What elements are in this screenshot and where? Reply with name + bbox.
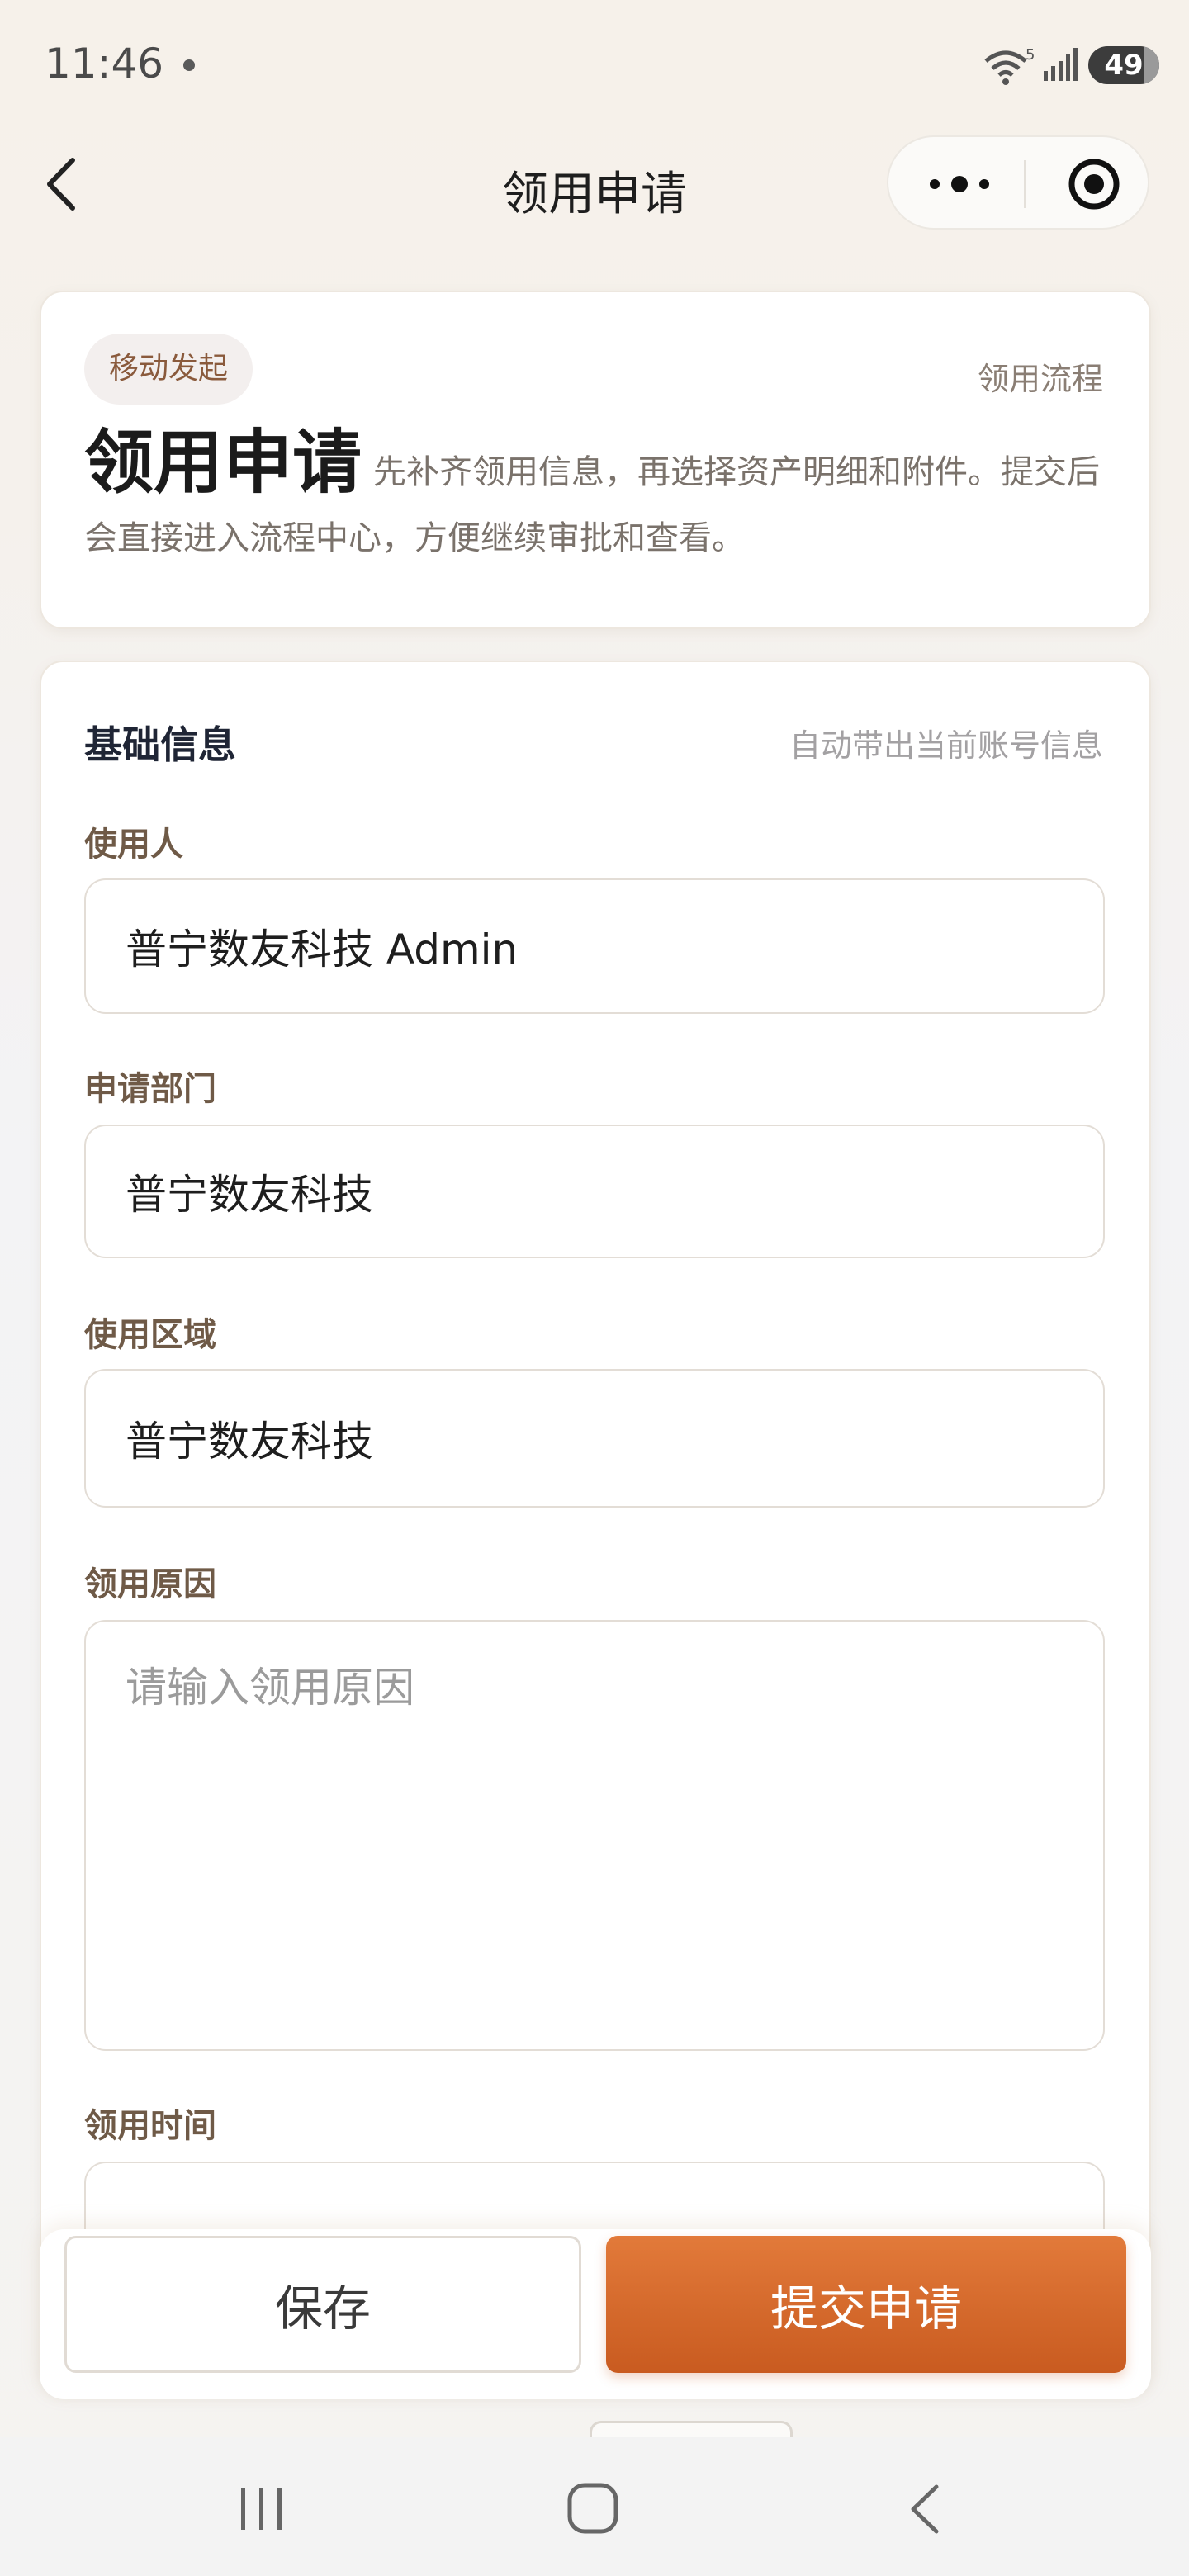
recent-apps-icon[interactable] <box>239 2485 284 2533</box>
system-back-icon[interactable] <box>908 2484 941 2535</box>
user-label: 使用人 <box>84 826 183 864</box>
home-icon[interactable] <box>566 2482 619 2535</box>
area-field[interactable]: 普宁数友科技 <box>84 1369 1105 1508</box>
area-value: 普宁数友科技 <box>126 1418 373 1466</box>
reason-label: 领用原因 <box>84 1565 216 1603</box>
intro-title: 领用申请 <box>84 422 362 503</box>
user-field[interactable]: 普宁数友科技 Admin <box>84 878 1105 1014</box>
save-button[interactable]: 保存 <box>64 2236 581 2373</box>
section-hint: 自动带出当前账号信息 <box>789 727 1103 764</box>
target-icon[interactable] <box>1067 157 1121 211</box>
intro-text: 领用申请 先补齐领用信息，再选择资产明细和附件。提交后会直接进入流程中心，方便继续… <box>84 428 1108 571</box>
user-value: 普宁数友科技 Admin <box>126 926 519 973</box>
notification-dot <box>183 59 195 71</box>
flow-link[interactable]: 领用流程 <box>978 353 1103 399</box>
dept-value: 普宁数友科技 <box>126 1171 373 1219</box>
time-label: 领用时间 <box>84 2107 216 2145</box>
submit-button[interactable]: 提交申请 <box>606 2236 1126 2373</box>
battery-level: 49 <box>1104 49 1144 82</box>
more-dots-icon[interactable] <box>926 170 992 198</box>
dept-field[interactable]: 普宁数友科技 <box>84 1125 1105 1258</box>
section-title: 基础信息 <box>84 722 236 767</box>
wifi-icon: 5 <box>984 46 1035 85</box>
reason-textarea[interactable]: 请输入领用原因 <box>84 1620 1105 2051</box>
reason-placeholder: 请输入领用原因 <box>126 1664 414 1712</box>
mobile-origin-tag: 移动发起 <box>84 334 253 405</box>
status-time: 11:46 <box>45 40 164 88</box>
dept-label: 申请部门 <box>84 1070 216 1108</box>
area-label: 使用区域 <box>84 1316 216 1354</box>
signal-icon <box>1044 48 1078 81</box>
mini-program-capsule <box>887 135 1149 230</box>
battery-indicator: 49 <box>1088 46 1159 84</box>
wifi-badge: 5 <box>1026 46 1035 64</box>
